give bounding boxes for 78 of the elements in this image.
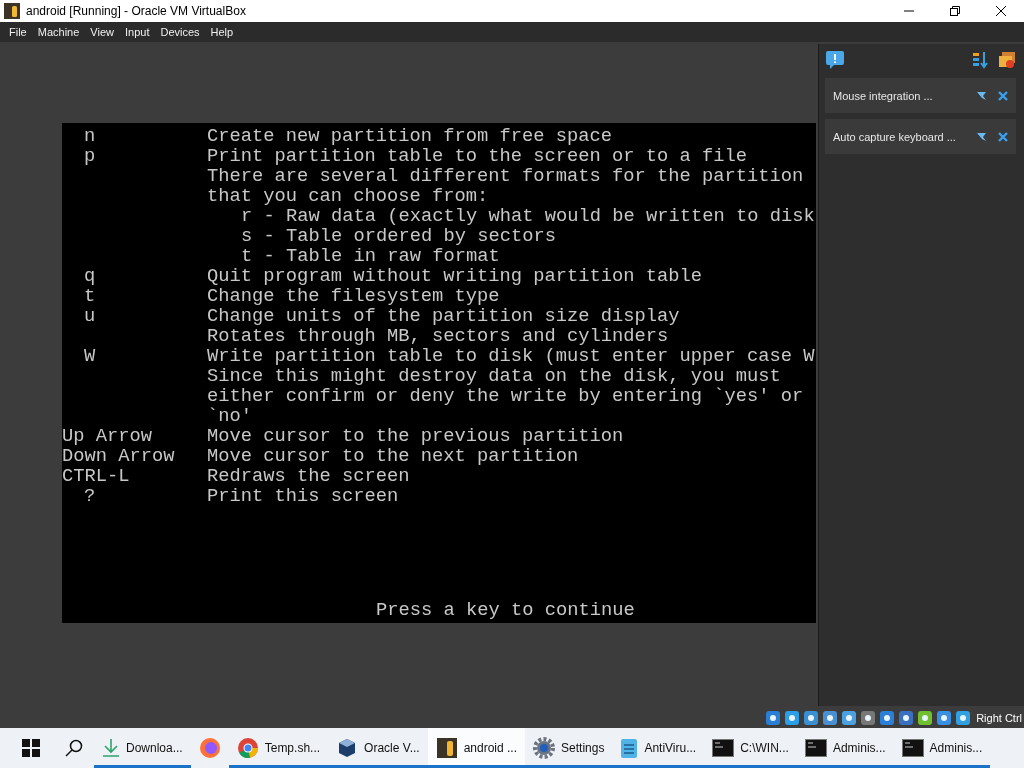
terminal-icon (712, 739, 735, 757)
status-icon[interactable] (822, 710, 839, 726)
taskbar-item[interactable]: Settings (525, 728, 613, 768)
console-text: Print partition table to the screen or to a file (207, 146, 748, 166)
taskbar-item[interactable]: android ... (427, 728, 526, 768)
taskbar-item[interactable]: Temp.sh... (228, 728, 329, 768)
windows-icon (22, 739, 40, 757)
console-key: Up Arrow (62, 426, 207, 446)
status-icon[interactable] (860, 710, 877, 726)
terminal-icon (901, 739, 924, 757)
status-icon[interactable] (936, 710, 953, 726)
menu-item[interactable]: Devices (155, 26, 206, 38)
console-text: Quit program without writing partition table (207, 266, 703, 286)
notification-text: Auto capture keyboard ... (833, 130, 957, 143)
download-icon (102, 738, 120, 758)
app-icon (4, 3, 20, 19)
menu-item[interactable]: Input (119, 26, 156, 38)
status-icon[interactable] (841, 710, 858, 726)
console-key: u (62, 306, 207, 326)
console-text: `no' (207, 406, 252, 426)
console-text: Since this might destroy data on the disk, you must (207, 366, 781, 386)
console-text: Create new partition from free space (207, 126, 613, 146)
console-key: n (62, 126, 207, 146)
console-text: Change the filesystem type (207, 286, 500, 306)
console-text: Write partition table to disk (must enter upper case W (207, 346, 815, 366)
console-text: There are several different formats for the partition (207, 166, 804, 186)
restore-icon (950, 6, 960, 16)
taskbar-item[interactable]: Adminis... (796, 728, 894, 768)
host-key-label: Right Ctrl (976, 712, 1022, 724)
console-key: Down Arrow (62, 446, 207, 466)
taskbar-item[interactable]: Adminis... (893, 728, 991, 768)
status-icon[interactable] (879, 710, 896, 726)
console-key: p (62, 146, 207, 166)
console-key: W (62, 346, 207, 366)
console-text: Change units of the partition size display (207, 306, 680, 326)
console-text: either confirm or deny the write by entering `yes' or (207, 386, 804, 406)
console-text: Print this screen (207, 486, 399, 506)
terminal-icon (804, 739, 827, 757)
close-icon[interactable] (998, 131, 1008, 142)
menu-item[interactable]: File (4, 26, 33, 38)
gear-icon (533, 737, 556, 759)
search-icon (65, 739, 83, 757)
menu-item[interactable]: Machine (32, 26, 86, 38)
message-icon[interactable] (825, 50, 845, 70)
console-text: t - Table in raw format (240, 246, 500, 266)
status-icon[interactable] (803, 710, 820, 726)
taskbar-item[interactable]: AntiViru... (612, 728, 705, 768)
console-text: Move cursor to the next partition (207, 446, 579, 466)
browser-icon (198, 737, 221, 759)
status-icon[interactable] (955, 710, 972, 726)
app-icon (435, 737, 458, 759)
notification-text: Mouse integration ... (833, 89, 934, 102)
notepad-icon (620, 737, 639, 759)
sort-icon[interactable] (972, 51, 988, 69)
menu-item[interactable]: View (85, 26, 120, 38)
status-icon[interactable] (917, 710, 934, 726)
console-key: t (62, 286, 207, 306)
taskbar-item[interactable]: C:\WIN... (704, 728, 797, 768)
console-key: CTRL-L (62, 466, 207, 486)
close-icon[interactable] (998, 90, 1008, 101)
menu-item[interactable]: Help (205, 26, 240, 38)
console-text: r - Raw data (exactly what would be written to disk (240, 206, 815, 226)
taskbar-item[interactable]: Downloa... (94, 728, 191, 768)
console-key: ? (62, 486, 207, 506)
console-text: Rotates through MB, sectors and cylinders (207, 326, 669, 346)
status-icon[interactable] (898, 710, 915, 726)
console-prompt: Press a key to continue (376, 600, 635, 620)
console-text: Redraws the screen (207, 466, 410, 486)
status-icon[interactable] (765, 710, 782, 726)
clear-all-icon[interactable] (998, 51, 1016, 69)
close-icon (996, 6, 1006, 16)
console-text: that you can choose from: (207, 186, 489, 206)
console-text: Move cursor to the previous partition (207, 426, 624, 446)
console-text: s - Table ordered by sectors (240, 226, 557, 246)
browser-icon (236, 737, 259, 759)
console-key: q (62, 266, 207, 286)
status-icon[interactable] (784, 710, 801, 726)
window-title: android [Running] - Oracle VM VirtualBox (26, 4, 247, 18)
